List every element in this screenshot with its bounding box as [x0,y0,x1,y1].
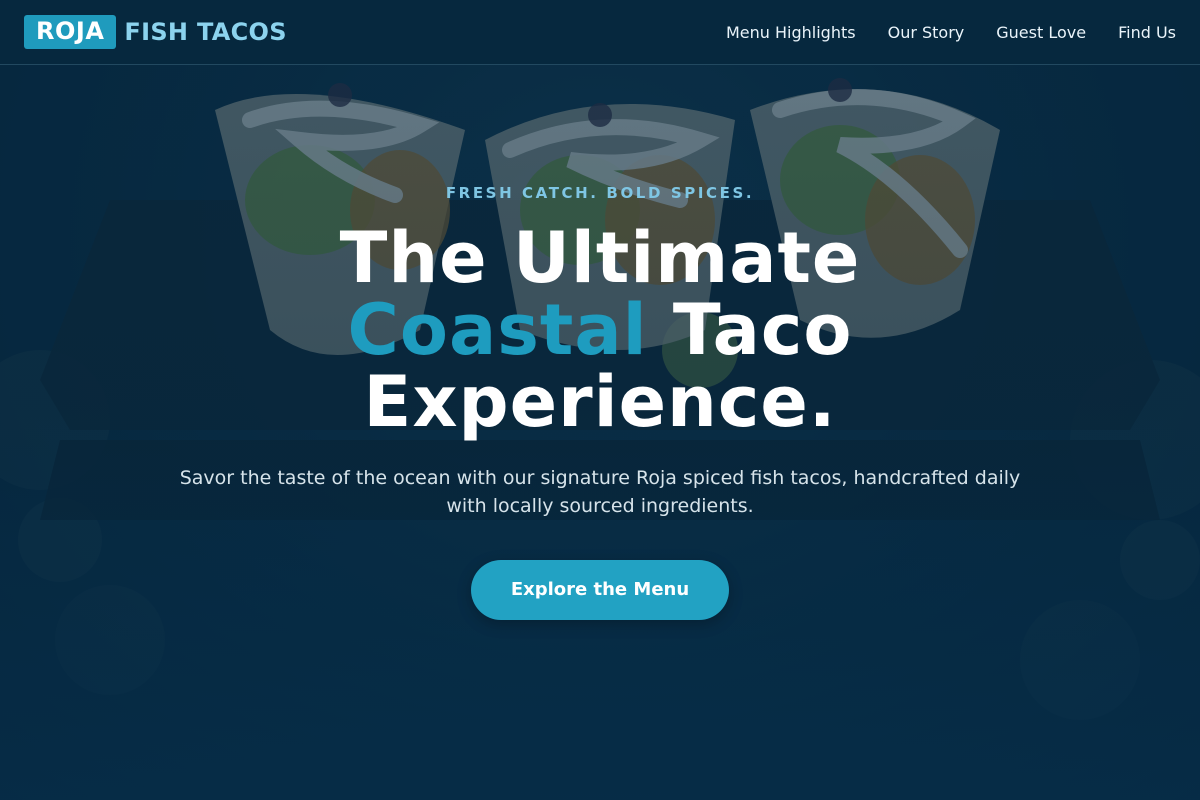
nav-link-our-story[interactable]: Our Story [888,23,965,42]
nav-link-menu-highlights[interactable]: Menu Highlights [726,23,856,42]
site-header: ROJA FISH TACOS Menu Highlights Our Stor… [0,0,1200,65]
headline-accent-word: Coastal [347,289,648,371]
hero-headline: The Ultimate Coastal Taco Experience. [0,222,1200,438]
explore-menu-button[interactable]: Explore the Menu [471,560,729,620]
headline-line-1: The Ultimate [339,217,861,299]
hero-eyebrow: FRESH CATCH. BOLD SPICES. [445,184,755,202]
logo-text: FISH TACOS [124,18,287,46]
nav-link-guest-love[interactable]: Guest Love [996,23,1086,42]
hero-section: FRESH CATCH. BOLD SPICES. The Ultimate C… [0,182,1200,620]
headline-line-2-rest: Taco [647,289,853,371]
hero-subtext: Savor the taste of the ocean with our si… [179,467,1021,517]
logo-badge: ROJA [24,15,117,49]
headline-line-3: Experience. [363,361,837,443]
main-nav: Menu Highlights Our Story Guest Love Fin… [726,23,1176,42]
brand-logo[interactable]: ROJA FISH TACOS [24,15,287,49]
nav-link-find-us[interactable]: Find Us [1118,23,1176,42]
